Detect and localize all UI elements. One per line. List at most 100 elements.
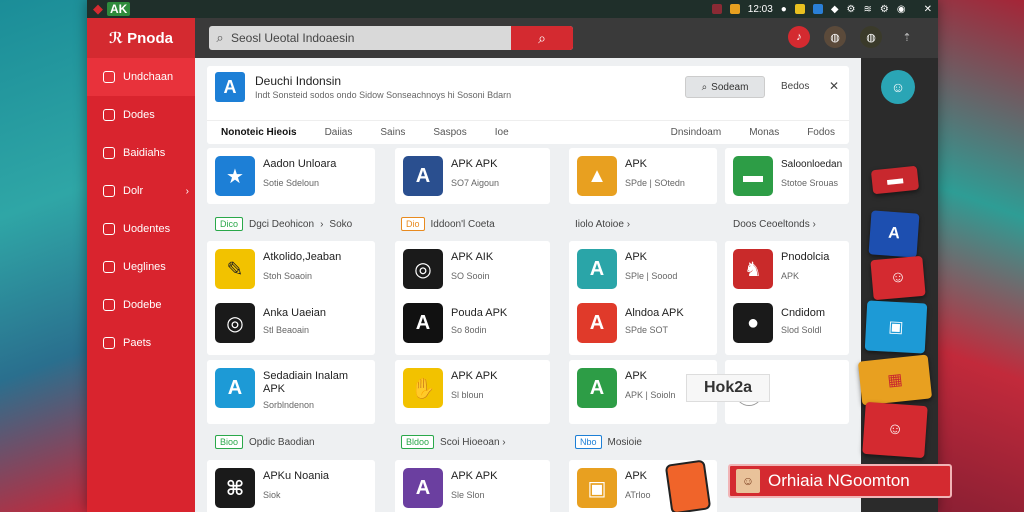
app-card[interactable]: ▲ APK SPde | SOtedn	[569, 148, 717, 204]
tray-circle-icon[interactable]: ●	[781, 4, 787, 15]
tab-0[interactable]: Nonoteic Hieois	[207, 127, 311, 138]
search-bar[interactable]: ⌕ Seosl Ueotal Indoaesin ⌕	[209, 26, 573, 50]
app-subtitle: Indt Sonsteid sodos ondo Sidow Sonseachn…	[255, 90, 512, 100]
hok-label[interactable]: Hok2a	[686, 374, 770, 402]
app-card-desc: SO Sooin	[451, 271, 490, 281]
section-label[interactable]: Doos Ceoeltonds ›	[733, 214, 816, 234]
wifi-icon[interactable]: ≋	[864, 4, 872, 15]
section-label[interactable]: Bioo Opdic Baodian	[215, 432, 315, 452]
tray-gear-icon[interactable]: ⚙	[847, 4, 856, 15]
tab-2[interactable]: Sains	[366, 127, 419, 138]
sidebar-item-uodentes[interactable]: Uodentes	[87, 210, 195, 248]
app-card[interactable]: ◎ APK AIK SO Sooin A Pouda APK So 8odin	[395, 241, 550, 355]
close-icon[interactable]: ✕	[924, 4, 932, 15]
tray-dropbox-icon[interactable]: ◆	[831, 4, 839, 15]
profile-avatar[interactable]: ☺	[881, 70, 915, 104]
tab-1[interactable]: Daiias	[311, 127, 367, 138]
section-label[interactable]: Iiolo Atoioe ›	[575, 214, 630, 234]
floating-thumb-5[interactable]: ▦	[857, 354, 933, 406]
app-card-icon: ♞	[733, 249, 773, 289]
search-input[interactable]: Seosl Ueotal Indoaesin	[231, 31, 511, 45]
app-card-icon: ▬	[733, 156, 773, 196]
app-search-label: Sodeam	[711, 81, 749, 93]
floating-thumb-6[interactable]: ☺	[862, 401, 928, 459]
notification-icon[interactable]: ♪	[788, 26, 810, 48]
app-logo[interactable]: ℛ Pnoda	[87, 18, 195, 58]
search-button-icon: ⌕	[538, 29, 546, 46]
app-card-desc: Stl Beaoain	[263, 325, 310, 335]
app-card-name: APK APK	[451, 158, 498, 170]
tray-orange-icon[interactable]	[729, 4, 740, 14]
app-card[interactable]: ★ Aadon Unloara Sotie Sdeloun	[207, 148, 375, 204]
app-card-icon: ✎	[215, 249, 255, 289]
app-card-icon: A	[577, 249, 617, 289]
app-card-icon: A	[403, 303, 443, 343]
tab-7[interactable]: Fodos	[793, 127, 849, 138]
app-card-name: Anka Uaeian	[263, 307, 326, 319]
sidebar-item-label: Baidiahs	[123, 147, 166, 159]
app-card[interactable]: A APK SPle | Soood A Alndoa APK SPde SOT	[569, 241, 717, 355]
app-card[interactable]: ✎ Atkolido,Jeaban Stoh Soaoin ◎ Anka Uaeian…	[207, 241, 375, 355]
app-card-desc: SPle | Soood	[625, 271, 678, 281]
tray-red-icon[interactable]	[711, 4, 722, 14]
sidebar-item-dolr[interactable]: Dolr ›	[87, 172, 195, 210]
banner-thumb-icon: ☺	[736, 469, 760, 493]
app-card[interactable]: ♞ Pnodolcia APK ● Cndidom Slod Soldl	[725, 241, 849, 355]
app-card[interactable]: ⌘ APKu Noania Siok	[207, 460, 375, 512]
tab-6[interactable]: Monas	[735, 127, 793, 138]
sidebar-item-paets[interactable]: Paets	[87, 324, 195, 362]
app-card-name: APK AIK	[451, 251, 494, 263]
app-card[interactable]: A Sedadiain Inalam APK Sorblndenon	[207, 360, 375, 424]
floating-thumb-3[interactable]: ☺	[870, 255, 926, 301]
tab-4[interactable]: Ioe	[481, 127, 523, 138]
app-card[interactable]: ✋ APK APK Sl bloun	[395, 360, 550, 424]
sidebar-item-dodes[interactable]: Dodes	[87, 96, 195, 134]
app-search-button[interactable]: ⌕ Sodeam	[685, 76, 765, 98]
floating-thumb-2[interactable]: A	[868, 210, 920, 258]
avatar-1[interactable]: ◍	[824, 26, 846, 48]
app-card-desc: SO7 Aigoun	[451, 178, 500, 188]
extra-link[interactable]: Bedos	[781, 81, 809, 92]
search-button[interactable]: ⌕	[511, 26, 573, 50]
search-icon: ⌕	[216, 30, 224, 45]
tab-5[interactable]: Dnsindoam	[657, 127, 736, 138]
floating-thumb-1[interactable]: ▬	[870, 165, 920, 195]
app-card[interactable]: ▬ Saloonloedan Stotoe Srouas	[725, 148, 849, 204]
app-card[interactable]: A APK APK Sle Slon	[395, 460, 550, 512]
chevron-right-icon: ›	[320, 218, 324, 230]
app-card-icon: A	[215, 368, 255, 408]
section-label[interactable]: Bldoo Scoi Hioeoan ›	[401, 432, 506, 452]
app-card[interactable]: A APK APK SO7 Aigoun	[395, 148, 550, 204]
app-card-desc: So 8odin	[451, 325, 487, 335]
close-icon[interactable]: ✕	[829, 79, 839, 93]
main-content: A Deuchi Indonsin Indt Sonsteid sodos on…	[195, 58, 910, 512]
logo-icon: ℛ	[109, 30, 124, 47]
home-icon	[103, 71, 115, 83]
avatar-2[interactable]: ◍	[860, 26, 882, 48]
section-label[interactable]: Nbo Mosioie	[575, 432, 642, 452]
section-text: Opdic Baodian	[249, 436, 315, 448]
app-card-desc: Sle Slon	[451, 490, 485, 500]
app-card-name: Aadon Unloara	[263, 158, 337, 170]
clock: 12:03	[747, 3, 773, 15]
tab-3[interactable]: Saspos	[419, 127, 480, 138]
tray-blue-icon[interactable]	[812, 4, 823, 14]
banner-text: Orhiaia NGoomton	[768, 471, 910, 490]
app-icon[interactable]: A	[215, 72, 245, 102]
user-icon[interactable]: ◉	[897, 4, 906, 15]
sidebar-item-ueglines[interactable]: Ueglines	[87, 248, 195, 286]
floating-thumb-4[interactable]: ▣	[864, 300, 928, 354]
sidebar-item-baidiahs[interactable]: Baidiahs	[87, 134, 195, 172]
section-label[interactable]: Dico Dgci Deohicon › Soko	[215, 214, 352, 234]
section-tag: Bioo	[215, 435, 244, 449]
section-label[interactable]: Dio Iddoon'l Coeta	[401, 214, 495, 234]
section-text: Mosioie	[607, 436, 642, 448]
section-tag: Dico	[215, 217, 244, 231]
sidebar-item-dodebe[interactable]: Dodebe	[87, 286, 195, 324]
settings-icon[interactable]: ⚙	[880, 4, 889, 15]
promo-banner[interactable]: ☺ Orhiaia NGoomton	[728, 464, 952, 498]
tray-yellow-icon[interactable]	[794, 4, 805, 14]
sidebar-item-undchaan[interactable]: Undchaan	[87, 58, 195, 96]
menu-icon[interactable]: ⇡	[896, 26, 918, 48]
chevron-right-icon: ›	[185, 185, 189, 197]
